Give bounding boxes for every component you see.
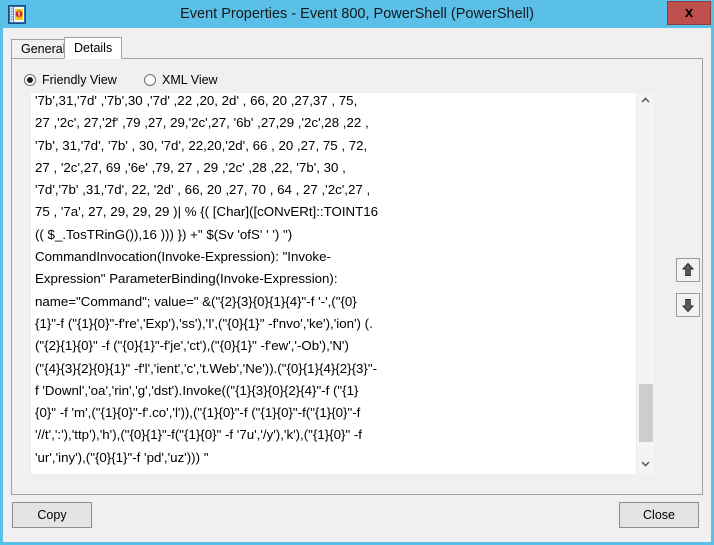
detail-line: ("{4}{3}{2}{0}{1}" -f'l','ient','c','t.W… [35, 360, 377, 376]
title-bar: Event Properties - Event 800, PowerShell… [0, 0, 714, 28]
event-details-lines: '7b',31,'7d' ,'7b',30 ,'7d' ,22 ,20, 2d'… [31, 93, 636, 469]
scroll-thumb[interactable] [639, 384, 653, 442]
detail-line: 27 , '2c',27, 69 ,'6e' ,79, 27 , 29 ,'2c… [35, 159, 346, 175]
detail-line: '7b',31,'7d' ,'7b',30 ,'7d' ,22 ,20, 2d'… [35, 93, 358, 108]
detail-line: {1}"-f ("{1}{0}"-f're','Exp'),'ss'),'I',… [35, 315, 373, 331]
detail-line: Expression" ParameterBinding(Invoke-Expr… [35, 271, 338, 287]
detail-line: 27 ,'2c', 27,'2f' ,79 ,27, 29,'2c',27, '… [35, 115, 369, 131]
event-properties-window: Event Properties - Event 800, PowerShell… [0, 0, 714, 545]
copy-button[interactable]: Copy [12, 502, 92, 528]
detail-line: {0}" -f 'm',("{1}{0}"-f'.co','l')),("{1}… [35, 405, 361, 421]
arrow-down-icon [681, 299, 695, 313]
close-window-button[interactable]: x [667, 1, 711, 25]
window-body: General Details Friendly View XML View '… [3, 28, 711, 542]
scroll-up-arrow[interactable] [637, 93, 654, 110]
detail-line: ("{2}{1}{0}" -f ("{0}{1}"-f'je','ct'),("… [35, 338, 349, 354]
detail-line: '7d','7b' ,31,'7d', 22, '2d' , 66, 20 ,2… [35, 182, 371, 198]
radio-xml-view-label: XML View [162, 73, 218, 87]
radio-xml-view-indicator [144, 74, 156, 86]
details-tab-page: Friendly View XML View '7b',31,'7d' ,'7b… [11, 58, 703, 495]
detail-line: f 'Downl','oa','rin','g','dst').Invoke((… [35, 382, 359, 398]
next-event-button[interactable] [676, 293, 700, 317]
detail-line: name="Command"; value=" &("{2}{3}{0}{1}{… [35, 293, 357, 309]
scroll-down-arrow[interactable] [637, 457, 654, 474]
arrow-up-icon [681, 262, 695, 276]
detail-line: CommandInvocation(Invoke-Expression): "I… [35, 249, 331, 265]
details-vertical-scrollbar[interactable] [636, 93, 654, 474]
tab-details[interactable]: Details [64, 37, 123, 59]
event-details-text: '7b',31,'7d' ,'7b',30 ,'7d' ,22 ,20, 2d'… [31, 93, 636, 474]
detail-line: 75 , '7a', 27, 29, 29, 29 )| % {( [Char]… [35, 204, 379, 220]
close-button[interactable]: Close [619, 502, 699, 528]
detail-line: 'ur','iny'),("{0}{1}"-f 'pd','uz'))) " [35, 449, 209, 465]
window-title: Event Properties - Event 800, PowerShell… [180, 6, 534, 22]
radio-friendly-view-indicator [24, 74, 36, 86]
detail-line: '//t',':'),'ttp'),'h'),("{0}{1}"-f("{1}{… [35, 427, 362, 443]
radio-friendly-view-label: Friendly View [42, 73, 117, 87]
detail-line: (( $_.TosTRinG()),16 ))) }) +" $(Sv 'ofS… [35, 226, 293, 242]
previous-event-button[interactable] [676, 258, 700, 282]
event-details-textbox[interactable]: '7b',31,'7d' ,'7b',30 ,'7d' ,22 ,20, 2d'… [31, 93, 654, 474]
detail-line: '7b', 31,'7d', '7b' , 30, '7d', 22,20,'2… [35, 137, 368, 153]
